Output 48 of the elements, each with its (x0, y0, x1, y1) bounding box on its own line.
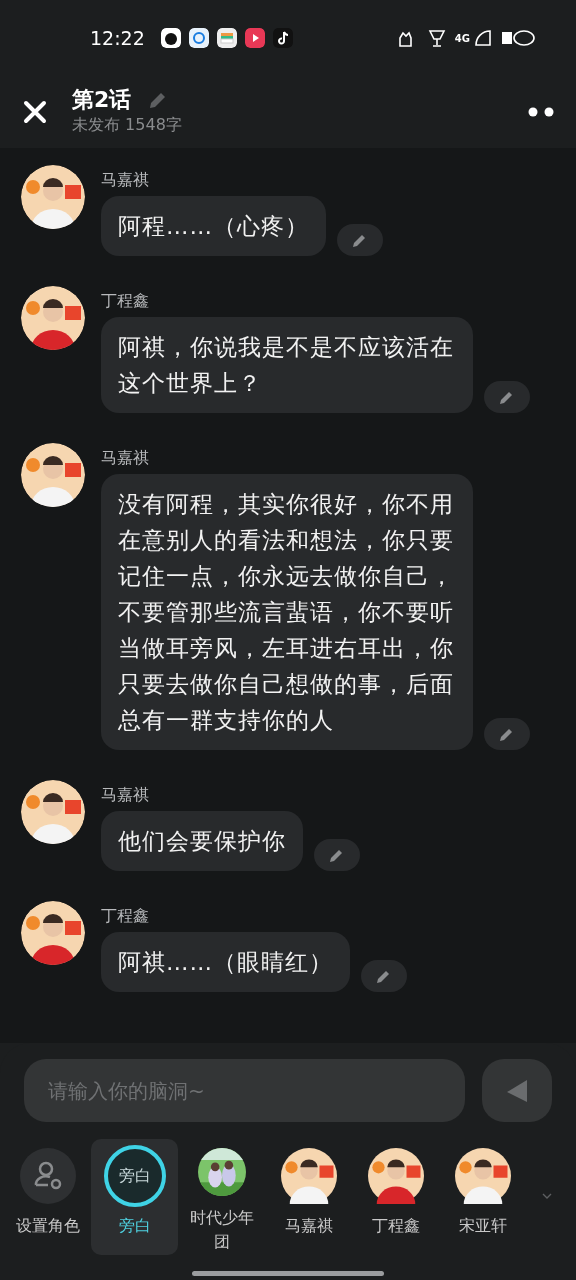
message-bubble: 阿祺……（眼睛红） (101, 932, 350, 992)
avatar (21, 901, 85, 965)
music-note-icon (272, 28, 293, 48)
edit-button[interactable] (361, 960, 407, 992)
edit-button[interactable] (484, 718, 530, 750)
character-option[interactable]: 时代少年团 (178, 1139, 265, 1255)
network-label: 4G (454, 31, 470, 46)
speaker-name: 马嘉祺 (101, 448, 150, 468)
app-icon (160, 28, 181, 48)
app-icon (188, 28, 209, 48)
speaker-name: 马嘉祺 (101, 785, 150, 805)
avatar (21, 780, 85, 844)
send-icon (505, 1077, 529, 1104)
more-icon[interactable] (528, 107, 554, 117)
user-settings-icon (19, 1148, 76, 1204)
narrator-avatar: 旁白 (103, 1145, 166, 1207)
chapter-title: 第2话 (72, 86, 132, 114)
message-bubble: 没有阿程，其实你很好，你不用在意别人的看法和想法，你只要记住一点，你永远去做你自己，不要管那些流言蜚语，你不要听当做耳旁风，左耳进右耳出，你只要去做你自己想做的事，后面总有一群支持你的人 (101, 474, 473, 750)
close-icon[interactable] (22, 99, 48, 125)
avatar (21, 286, 85, 350)
avatar (21, 443, 85, 507)
cup-icon (426, 28, 447, 48)
message-bubble: 阿程……（心疼） (101, 196, 326, 256)
avatar (21, 165, 85, 229)
input-field[interactable]: 请输入你的脑洞~ (24, 1059, 465, 1122)
message-bubble: 他们会要保护你 (101, 811, 303, 871)
edit-button[interactable] (314, 839, 360, 871)
wallet-icon (216, 28, 237, 48)
character-option[interactable]: 旁白 旁白 (91, 1139, 178, 1255)
signal-icon (474, 29, 492, 47)
character-option[interactable]: 宋亚轩 (439, 1139, 526, 1255)
speaker-name: 丁程鑫 (101, 291, 150, 311)
battery-icon (500, 28, 536, 48)
chapter-status: 未发布 1548字 (72, 114, 183, 137)
edit-button[interactable] (337, 224, 383, 256)
avatar (454, 1148, 511, 1204)
speaker-name: 丁程鑫 (101, 906, 150, 926)
avatar (280, 1148, 337, 1204)
character-option[interactable]: 丁程鑫 (352, 1139, 439, 1255)
play-icon (244, 28, 265, 48)
speaker-name: 马嘉祺 (101, 170, 150, 190)
message-bubble: 阿祺，你说我是不是不应该活在这个世界上？ (101, 317, 473, 413)
edit-button[interactable] (484, 381, 530, 413)
character-option[interactable]: 设置角色 (4, 1139, 91, 1255)
avatar (367, 1148, 424, 1204)
character-option[interactable]: 马嘉祺 (265, 1139, 352, 1255)
send-button[interactable] (482, 1059, 552, 1122)
status-time: 12:22 (90, 25, 145, 51)
